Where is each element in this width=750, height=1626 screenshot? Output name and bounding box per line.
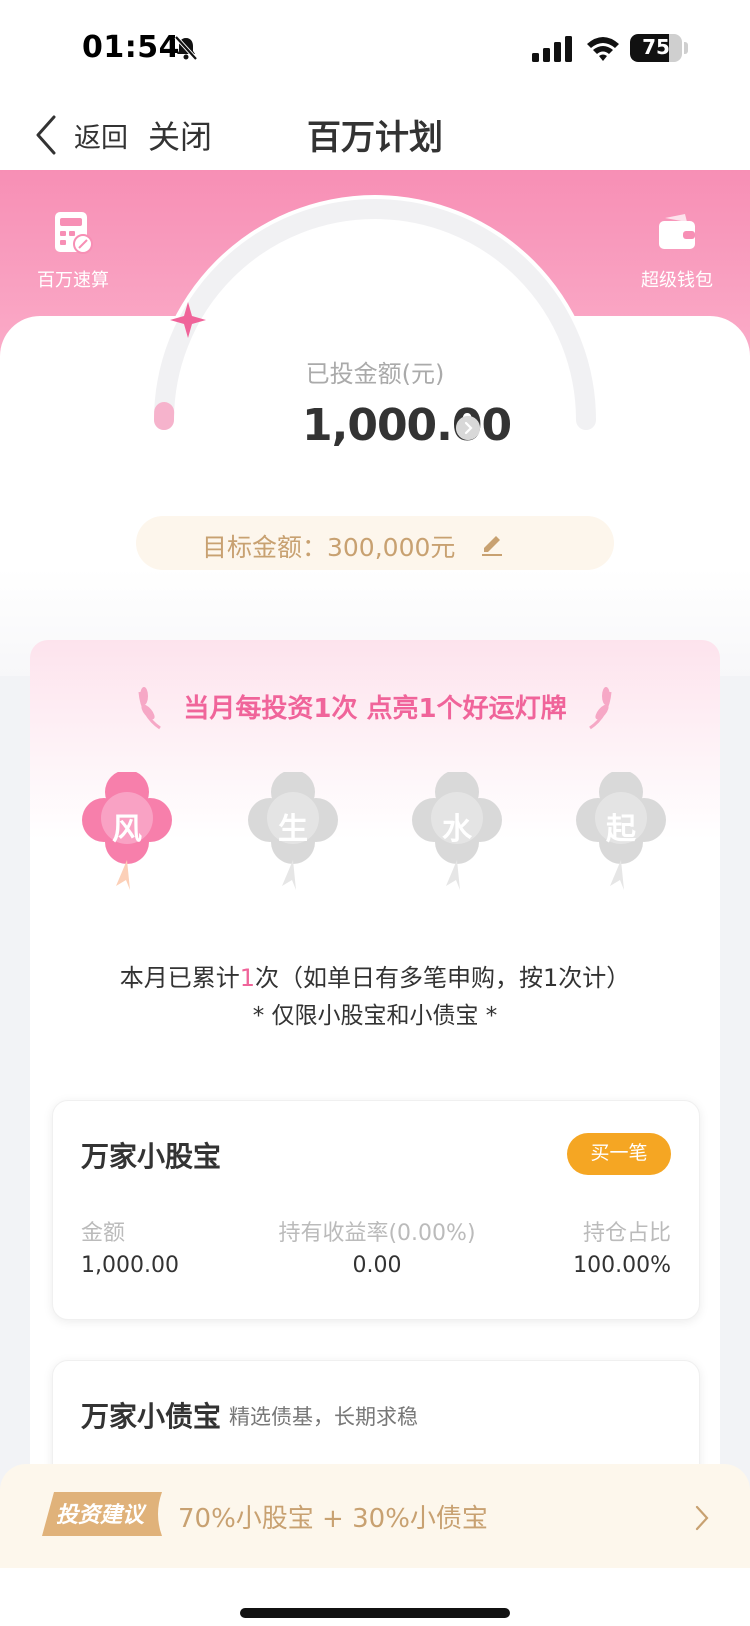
clover-label: 生 (278, 812, 308, 847)
laurel-right-icon (589, 687, 612, 730)
product-name: 万家小股宝 (81, 1140, 222, 1173)
battery-icon: 75 (630, 34, 682, 62)
super-wallet-button[interactable]: 超级钱包 (612, 210, 742, 292)
wifi-icon (587, 37, 619, 61)
month-count: 本月已累计1次（如单日有多笔申购，按1次计） (0, 958, 750, 993)
clover-label: 水 (442, 812, 472, 847)
count-suffix: 次（如单日有多笔申购，按1次计） (255, 964, 631, 992)
nav-bar: 返回 关闭 百万计划 (0, 96, 750, 170)
status-time: 01:54 (82, 30, 180, 65)
invested-label: 已投金额(元) (305, 360, 445, 388)
clover-light-3: 水 (412, 770, 502, 896)
status-bar: 01:54 75 (0, 0, 750, 96)
clover-label: 风 (112, 812, 142, 847)
battery-cap (684, 42, 688, 54)
clover-label: 起 (606, 812, 636, 847)
product-card-stock[interactable]: 万家小股宝 买一笔 金额 持有收益率(0.00%) 持仓占比 1,000.00 … (52, 1100, 700, 1320)
product-subtitle: 精选债基，长期求稳 (229, 1405, 418, 1429)
cellular-signal-icon (532, 36, 572, 62)
clover-light-2: 生 (248, 770, 338, 896)
wallet-icon (659, 214, 695, 249)
count-prefix: 本月已累计 (119, 964, 240, 992)
home-indicator[interactable] (240, 1608, 510, 1618)
chevron-right-icon[interactable] (694, 1504, 710, 1532)
quick-calc-button[interactable]: 百万速算 (8, 210, 138, 292)
metric-label: 持仓占比 (582, 1221, 671, 1246)
limit-note: * 仅限小股宝和小债宝 * (252, 1003, 498, 1029)
metric-value: 100.00% (573, 1253, 671, 1278)
super-wallet-label: 超级钱包 (641, 270, 713, 291)
page-title: 百万计划 (307, 118, 443, 158)
target-amount: 目标金额：300,000元 (202, 533, 456, 562)
quick-calc-label: 百万速算 (37, 270, 109, 291)
clover-light-1: 风 (82, 764, 172, 896)
bell-muted-icon (174, 35, 198, 61)
chevron-right-icon[interactable] (456, 416, 480, 440)
clover-light-4: 起 (576, 770, 666, 896)
calculator-icon (55, 212, 93, 254)
count-value: 1 (239, 964, 255, 992)
product-name: 万家小债宝 (81, 1400, 222, 1433)
lucky-title: 当月每投资1次 点亮1个好运灯牌 (183, 694, 567, 724)
battery-percent: 75 (642, 35, 670, 59)
suggestion-text: 70%小股宝 + 30%小债宝 (178, 1504, 488, 1534)
edit-icon[interactable] (480, 530, 504, 556)
buy-button[interactable]: 买一笔 (567, 1133, 671, 1175)
suggestion-badge: 投资建议 (56, 1503, 145, 1528)
